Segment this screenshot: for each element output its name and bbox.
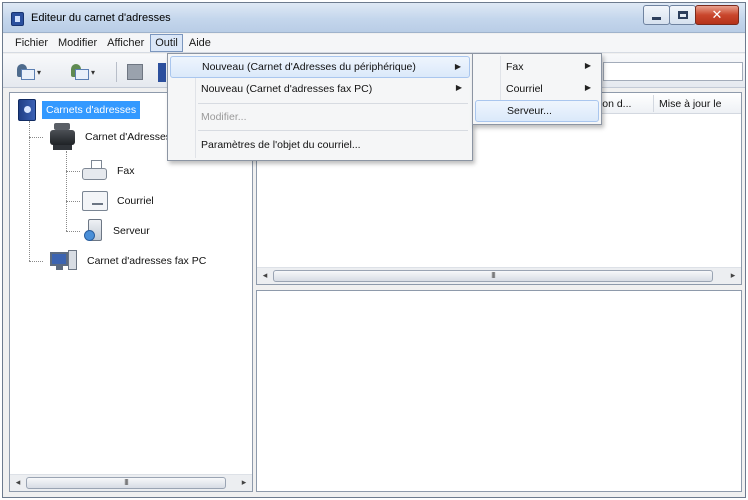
group-card-icon [71, 63, 89, 81]
submenu-item-fax[interactable]: Fax ▶ [475, 56, 599, 78]
tree-item-courriel[interactable]: Courriel [82, 191, 157, 211]
tree-item-device-address-book[interactable]: Carnet d'Adresses [50, 123, 174, 151]
multifunction-printer-icon [50, 123, 76, 151]
scroll-right-icon[interactable]: ▸ [238, 477, 250, 488]
pc-fax-icon [50, 250, 78, 272]
dropdown-arrow-icon[interactable]: ▾ [37, 68, 41, 77]
fax-icon [82, 160, 108, 182]
menu-item-label: Modifier... [201, 111, 247, 123]
menu-afficher[interactable]: Afficher [103, 34, 148, 52]
delete-icon[interactable] [127, 64, 143, 80]
window-controls: ✕ [643, 5, 739, 25]
tree-connector [29, 137, 43, 138]
menu-fichier[interactable]: Fichier [11, 34, 52, 52]
tree-item-carnets-d-adresses[interactable]: Carnets d'adresses [18, 99, 141, 121]
tree-connector [66, 201, 80, 202]
scrollbar-grip: III [124, 478, 129, 487]
address-book-editor-window: Editeur du carnet d'adresses ✕ Fichier M… [2, 2, 746, 498]
app-book-icon [11, 12, 24, 26]
search-input[interactable] [603, 62, 743, 81]
menu-item-label: Nouveau (Carnet d'Adresses du périphériq… [202, 61, 416, 73]
tree-label: Serveur [113, 225, 150, 237]
tree-item-pc-fax-address-book[interactable]: Carnet d'adresses fax PC [50, 250, 209, 272]
column-header-updated-on[interactable]: Mise à jour le [659, 98, 721, 110]
submenu-item-courriel[interactable]: Courriel ▶ [475, 78, 599, 100]
close-icon: ✕ [711, 7, 723, 22]
tree-label: Fax [117, 165, 135, 177]
new-contact-button[interactable]: ▾ [17, 61, 41, 83]
nouveau-submenu: Fax ▶ Courriel ▶ Serveur... [472, 53, 602, 125]
submenu-arrow-icon: ▶ [584, 61, 591, 70]
maximize-button[interactable] [669, 5, 696, 25]
submenu-arrow-icon: ▶ [454, 62, 461, 71]
menu-item-new-device-address-book[interactable]: Nouveau (Carnet d'Adresses du périphériq… [170, 56, 470, 78]
contact-card-icon [17, 63, 35, 81]
window-title: Editeur du carnet d'adresses [31, 12, 171, 24]
tree-label: Carnet d'adresses fax PC [87, 255, 207, 267]
minimize-icon [652, 16, 661, 20]
list-horizontal-scrollbar[interactable]: ◂ III ▸ [257, 267, 741, 284]
menu-item-label: Paramètres de l'objet du courriel... [201, 139, 361, 151]
menu-item-label: Courriel [506, 83, 543, 95]
tree-connector [66, 171, 80, 172]
email-icon [82, 191, 108, 211]
detail-pane [256, 290, 742, 492]
scrollbar-grip: III [491, 271, 496, 280]
tree-label: Carnets d'adresses [42, 101, 141, 119]
column-header-creation-date[interactable]: tion d... [597, 98, 631, 110]
minimize-button[interactable] [643, 5, 670, 25]
tree-item-fax[interactable]: Fax [82, 160, 138, 182]
scrollbar-thumb[interactable]: III [273, 270, 713, 282]
scroll-left-icon[interactable]: ◂ [259, 270, 271, 281]
scroll-right-icon[interactable]: ▸ [727, 270, 739, 281]
outil-dropdown-menu: Nouveau (Carnet d'Adresses du périphériq… [167, 53, 473, 161]
menu-modifier[interactable]: Modifier [54, 34, 101, 52]
scroll-left-icon[interactable]: ◂ [12, 477, 24, 488]
tree-item-serveur[interactable]: Serveur [84, 219, 153, 243]
menu-aide[interactable]: Aide [185, 34, 215, 52]
new-group-button[interactable]: ▾ [71, 61, 95, 83]
menu-outil[interactable]: Outil [150, 34, 183, 52]
address-book-icon [18, 99, 36, 121]
menu-item-label: Fax [506, 61, 524, 73]
menu-separator [198, 103, 468, 104]
tree-connector [29, 261, 43, 262]
tree-connector [66, 151, 67, 231]
menu-separator [198, 130, 468, 131]
tree-connector [66, 231, 80, 232]
tree-connector [29, 121, 30, 261]
title-bar[interactable]: Editeur du carnet d'adresses ✕ [3, 3, 745, 33]
submenu-item-serveur[interactable]: Serveur... [475, 100, 599, 122]
menu-item-modifier: Modifier... [170, 106, 470, 128]
dropdown-arrow-icon[interactable]: ▾ [91, 68, 95, 77]
tree-label: Courriel [117, 195, 154, 207]
menu-item-label: Nouveau (Carnet d'adresses fax PC) [201, 83, 373, 95]
submenu-arrow-icon: ▶ [584, 83, 591, 92]
scrollbar-thumb[interactable]: III [26, 477, 226, 489]
menu-item-label: Serveur... [507, 105, 552, 117]
menu-bar: Fichier Modifier Afficher Outil Aide [3, 34, 745, 53]
tree-label: Carnet d'Adresses [85, 131, 172, 143]
toolbar-separator [116, 62, 117, 82]
menu-item-email-object-settings[interactable]: Paramètres de l'objet du courriel... [170, 134, 470, 156]
submenu-arrow-icon: ▶ [455, 83, 462, 92]
column-separator[interactable] [653, 95, 654, 112]
menu-item-new-pc-fax-address-book[interactable]: Nouveau (Carnet d'adresses fax PC) ▶ [170, 78, 470, 100]
close-button[interactable]: ✕ [695, 5, 739, 25]
server-icon [84, 219, 104, 243]
book-icon[interactable] [158, 63, 166, 82]
maximize-icon [677, 11, 688, 19]
tree-horizontal-scrollbar[interactable]: ◂ III ▸ [10, 474, 252, 491]
